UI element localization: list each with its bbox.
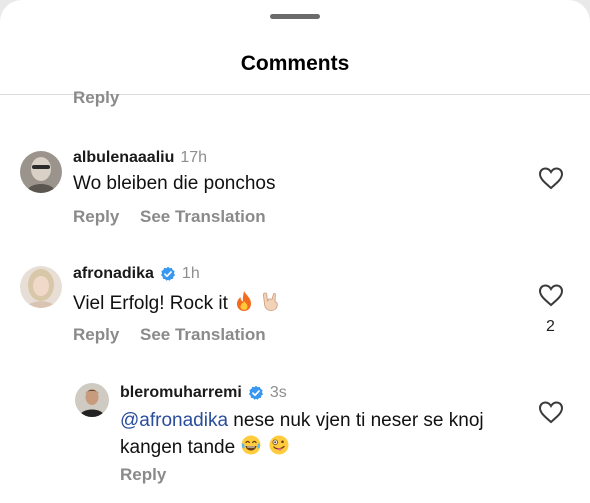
see-translation-button[interactable]: See Translation bbox=[140, 207, 266, 227]
page-title: Comments bbox=[240, 52, 350, 75]
tears-of-joy-emoji-icon bbox=[241, 435, 261, 455]
timestamp: 3s bbox=[269, 384, 287, 401]
comments-sheet: Comments Reply albulenaaaliu 17h Wo blei… bbox=[0, 0, 590, 503]
timestamp: 17h bbox=[180, 149, 208, 166]
username[interactable]: albulenaaaliu bbox=[73, 149, 174, 167]
heart-outline-icon[interactable] bbox=[538, 400, 564, 424]
reply-button[interactable]: Reply bbox=[120, 465, 166, 485]
comment-header: afronadika 1h bbox=[73, 265, 200, 283]
verified-badge-icon bbox=[160, 266, 175, 281]
reply-button[interactable]: Reply bbox=[73, 325, 119, 345]
avatar[interactable] bbox=[20, 151, 62, 193]
reply-text: @afronadika nese nuk vjen ti neser se kn… bbox=[120, 408, 520, 461]
zany-face-emoji-icon bbox=[269, 435, 289, 455]
reply-button[interactable]: Reply bbox=[73, 207, 119, 227]
comment-text-body: Viel Erfolg! Rock it bbox=[73, 293, 228, 314]
reply-text-line1: nese nuk vjen ti neser se knoj bbox=[228, 410, 484, 431]
see-translation-button[interactable]: See Translation bbox=[140, 325, 266, 345]
fire-emoji-icon bbox=[237, 291, 252, 311]
heart-outline-icon[interactable] bbox=[538, 283, 564, 307]
username[interactable]: afronadika bbox=[73, 265, 154, 283]
comment-text: Viel Erfolg! Rock it bbox=[73, 290, 282, 317]
verified-badge-icon bbox=[248, 385, 263, 400]
reply-button[interactable]: Reply bbox=[73, 88, 119, 108]
username[interactable]: bleromuharremi bbox=[120, 384, 242, 402]
drag-handle[interactable] bbox=[270, 14, 320, 19]
reply-header: bleromuharremi 3s bbox=[120, 384, 287, 402]
rock-hand-emoji-icon bbox=[263, 292, 279, 311]
reply-text-line2: kangen tande bbox=[120, 437, 236, 458]
comment-text: Wo bleiben die ponchos bbox=[73, 173, 276, 194]
mention-link[interactable]: @afronadika bbox=[120, 410, 228, 431]
timestamp: 1h bbox=[181, 265, 200, 282]
avatar[interactable] bbox=[75, 383, 109, 417]
comment-header: albulenaaaliu 17h bbox=[73, 149, 207, 167]
heart-outline-icon[interactable] bbox=[538, 166, 564, 190]
like-count: 2 bbox=[546, 318, 555, 335]
avatar[interactable] bbox=[20, 266, 62, 308]
